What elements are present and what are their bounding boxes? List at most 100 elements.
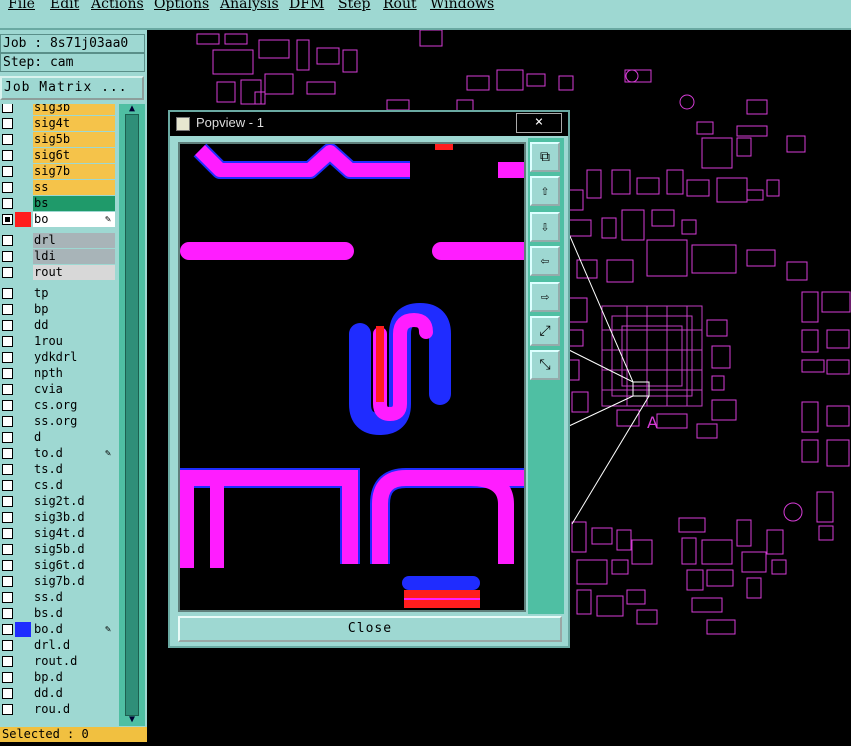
layer-row[interactable]: d <box>0 430 118 445</box>
layer-row[interactable]: 1rou <box>0 334 118 349</box>
layer-scrollbar[interactable]: ▲ ▼ <box>119 104 145 726</box>
layer-name[interactable]: rout.d <box>33 654 115 669</box>
layer-row[interactable]: rout.d <box>0 654 118 669</box>
layer-checkbox[interactable] <box>2 368 13 379</box>
layer-name[interactable]: ldi <box>33 249 115 264</box>
layer-name[interactable]: to.d ✎ <box>33 446 115 461</box>
layer-checkbox[interactable] <box>2 656 13 667</box>
layer-name[interactable]: bs <box>33 196 115 211</box>
pan-left-icon[interactable]: ⇦ <box>530 246 560 276</box>
layer-checkbox[interactable] <box>2 118 13 129</box>
layer-row[interactable]: sig5b.d <box>0 542 118 557</box>
layer-name[interactable]: sig6t.d <box>33 558 115 573</box>
layer-name[interactable]: ss.org <box>33 414 115 429</box>
layer-color-swatch[interactable] <box>15 212 31 227</box>
layer-row[interactable]: bs <box>0 196 118 211</box>
layer-checkbox[interactable] <box>2 464 13 475</box>
layer-name[interactable]: bo ✎ <box>33 212 115 227</box>
pan-down-icon[interactable]: ⇩ <box>530 212 560 242</box>
layer-checkbox[interactable] <box>2 352 13 363</box>
layer-row[interactable]: rout <box>0 265 118 280</box>
layer-row[interactable]: bo ✎ <box>0 212 118 227</box>
layer-checkbox[interactable] <box>2 560 13 571</box>
layer-checkbox[interactable] <box>2 480 13 491</box>
layer-row[interactable]: ydkdrl <box>0 350 118 365</box>
layer-name[interactable]: sig4t <box>33 116 115 131</box>
menu-analysis[interactable]: Analysis <box>220 0 279 12</box>
layer-row[interactable]: sig3b.d <box>0 510 118 525</box>
layer-row[interactable]: ts.d <box>0 462 118 477</box>
layer-row[interactable]: sig3b <box>0 104 118 115</box>
layer-name[interactable]: cvia <box>33 382 115 397</box>
layer-checkbox[interactable] <box>2 288 13 299</box>
layer-checkbox[interactable] <box>2 432 13 443</box>
job-matrix-button[interactable]: Job Matrix ... <box>0 76 144 100</box>
layer-row[interactable]: bp.d <box>0 670 118 685</box>
layer-checkbox[interactable] <box>2 640 13 651</box>
layer-name[interactable]: ydkdrl <box>33 350 115 365</box>
zoom-in-icon[interactable]: ⤢ <box>530 316 560 346</box>
layer-color-swatch[interactable] <box>15 622 31 637</box>
layer-name[interactable]: bp <box>33 302 115 317</box>
layer-row[interactable]: bo.d ✎ <box>0 622 118 637</box>
layer-checkbox[interactable] <box>2 150 13 161</box>
layer-name[interactable]: bp.d <box>33 670 115 685</box>
layer-checkbox[interactable] <box>2 384 13 395</box>
layer-name[interactable]: ts.d <box>33 462 115 477</box>
layer-name[interactable]: drl <box>33 233 115 248</box>
layer-checkbox[interactable] <box>2 400 13 411</box>
scroll-track[interactable] <box>125 114 139 716</box>
layer-name[interactable]: sig6t <box>33 148 115 163</box>
menu-file[interactable]: File <box>8 0 35 12</box>
layer-row[interactable]: cs.org <box>0 398 118 413</box>
layer-row[interactable]: drl.d <box>0 638 118 653</box>
layer-row[interactable]: bp <box>0 302 118 317</box>
layer-name[interactable]: 1rou <box>33 334 115 349</box>
layer-row[interactable]: ss.org <box>0 414 118 429</box>
layer-row[interactable]: npth <box>0 366 118 381</box>
layer-checkbox[interactable] <box>2 214 13 225</box>
layer-checkbox[interactable] <box>2 166 13 177</box>
menu-rout[interactable]: Rout <box>383 0 417 12</box>
layer-name[interactable]: sig5b <box>33 132 115 147</box>
layer-checkbox[interactable] <box>2 624 13 635</box>
layer-name[interactable]: sig3b.d <box>33 510 115 525</box>
layer-name[interactable]: sig4t.d <box>33 526 115 541</box>
close-button[interactable]: Close <box>178 616 562 642</box>
layer-row[interactable]: sig2t.d <box>0 494 118 509</box>
layer-checkbox[interactable] <box>2 704 13 715</box>
layer-row[interactable]: ss.d <box>0 590 118 605</box>
layer-checkbox[interactable] <box>2 235 13 246</box>
layer-row[interactable]: sig5b <box>0 132 118 147</box>
layer-name[interactable]: rout <box>33 265 115 280</box>
layer-name[interactable]: sig2t.d <box>33 494 115 509</box>
menu-windows[interactable]: Windows <box>430 0 494 12</box>
layer-row[interactable]: ldi <box>0 249 118 264</box>
layer-checkbox[interactable] <box>2 672 13 683</box>
pan-up-icon[interactable]: ⇧ <box>530 176 560 206</box>
layer-checkbox[interactable] <box>2 512 13 523</box>
layer-row[interactable]: sig6t <box>0 148 118 163</box>
menu-dfm[interactable]: DFM <box>289 0 324 12</box>
layer-checkbox[interactable] <box>2 544 13 555</box>
layer-name[interactable]: bo.d ✎ <box>33 622 115 637</box>
layer-row[interactable]: bs.d <box>0 606 118 621</box>
layer-name[interactable]: npth <box>33 366 115 381</box>
layer-name[interactable]: sig7b.d <box>33 574 115 589</box>
layer-row[interactable]: tp <box>0 286 118 301</box>
layer-checkbox[interactable] <box>2 688 13 699</box>
layer-name[interactable]: bs.d <box>33 606 115 621</box>
menu-edit[interactable]: Edit <box>50 0 79 12</box>
layer-checkbox[interactable] <box>2 182 13 193</box>
layer-name[interactable]: sig7b <box>33 164 115 179</box>
layer-row[interactable]: ss <box>0 180 118 195</box>
scroll-down-icon[interactable]: ▼ <box>126 715 138 725</box>
layer-checkbox[interactable] <box>2 104 13 113</box>
layer-name[interactable]: sig5b.d <box>33 542 115 557</box>
layer-row[interactable]: sig7b.d <box>0 574 118 589</box>
layer-name[interactable]: d <box>33 430 115 445</box>
layer-name[interactable]: rou.d <box>33 702 115 717</box>
layer-row[interactable]: to.d ✎ <box>0 446 118 461</box>
layer-name[interactable]: sig3b <box>33 104 115 115</box>
popview-canvas[interactable] <box>178 142 526 612</box>
